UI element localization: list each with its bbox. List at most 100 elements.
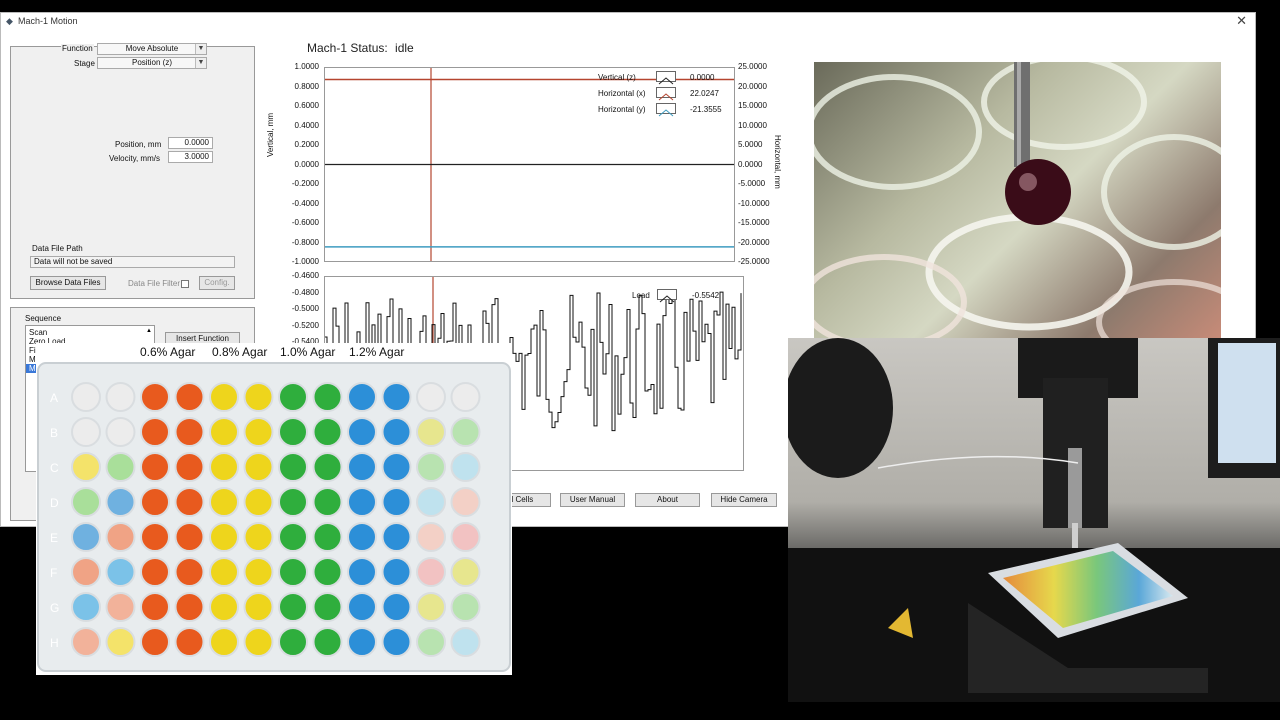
- load-legend-swatch: [657, 289, 677, 303]
- well: [174, 452, 205, 482]
- well: [174, 592, 205, 622]
- well: [450, 592, 481, 622]
- legend-swatch-z: [656, 71, 676, 85]
- load-tick-label: -0.4600: [291, 271, 319, 280]
- well: [347, 382, 377, 412]
- tester-photo-art: [788, 338, 1280, 702]
- load-tick-label: -0.5000: [291, 304, 319, 313]
- well: [140, 557, 170, 587]
- well: [105, 382, 136, 412]
- well: [174, 522, 205, 552]
- right-tick-label: 0.0000: [738, 159, 763, 169]
- row-letter: B: [50, 426, 59, 440]
- well: [416, 592, 446, 622]
- well: [312, 417, 343, 447]
- right-tick-label: 10.0000: [738, 120, 767, 130]
- velocity-input[interactable]: 3.0000: [168, 151, 213, 163]
- well: [174, 417, 205, 447]
- well: [209, 592, 239, 622]
- right-tick-label: 15.0000: [738, 101, 767, 110]
- agar-label-0: 0.6% Agar: [140, 345, 196, 359]
- well: [416, 417, 446, 447]
- right-tick-label: 20.0000: [738, 81, 767, 91]
- well: [450, 452, 481, 482]
- well: [140, 592, 170, 622]
- scroll-up-icon[interactable]: ▲: [145, 327, 153, 335]
- well: [278, 557, 308, 587]
- velocity-label: Velocity, mm/s: [109, 154, 160, 163]
- close-icon[interactable]: ✕: [1236, 13, 1247, 29]
- well: [450, 627, 481, 657]
- well: [140, 417, 170, 447]
- well: [312, 627, 343, 657]
- well: [140, 452, 170, 482]
- window-title: Mach-1 Motion: [18, 16, 78, 26]
- well: [312, 592, 343, 622]
- well: [71, 522, 101, 552]
- data-file-filter-checkbox[interactable]: [181, 280, 189, 288]
- list-item[interactable]: Scan: [29, 328, 47, 337]
- well: [278, 592, 308, 622]
- left-tick-label: 0.4000: [294, 120, 319, 130]
- well: [209, 382, 239, 412]
- right-tick-label: -20.0000: [738, 237, 770, 247]
- left-tick-label: -0.4000: [291, 198, 319, 208]
- legend-value-z: 0.0000: [690, 73, 715, 82]
- well: [278, 382, 308, 412]
- list-item[interactable]: Fi: [29, 346, 36, 355]
- right-axis-label: Horizontal, mm: [773, 135, 782, 189]
- left-tick-label: 0.0000: [294, 159, 319, 169]
- left-tick-label: 1.0000: [294, 62, 319, 71]
- indenter-photo: [814, 62, 1221, 338]
- well: [71, 452, 101, 482]
- well: [71, 487, 101, 517]
- well: [243, 557, 274, 587]
- well: [312, 382, 343, 412]
- well: [71, 382, 101, 412]
- about-button[interactable]: About: [635, 493, 700, 507]
- row-letter: E: [50, 531, 59, 545]
- left-axis-label: Vertical, mm: [266, 112, 275, 157]
- well: [278, 627, 308, 657]
- well: [174, 627, 205, 657]
- position-input[interactable]: 0.0000: [168, 137, 213, 149]
- well: [450, 487, 481, 517]
- well: [209, 452, 239, 482]
- row-letter: G: [50, 601, 60, 615]
- left-tick-label: -0.6000: [291, 218, 319, 227]
- list-item[interactable]: M: [29, 355, 36, 364]
- function-panel: Function Move Absolute ▼ Stage Position …: [10, 43, 255, 299]
- well: [71, 627, 101, 657]
- well: [312, 487, 343, 517]
- row-letter: C: [50, 461, 59, 475]
- hide-camera-button[interactable]: Hide Camera: [711, 493, 777, 507]
- well: [381, 557, 412, 587]
- user-manual-button[interactable]: User Manual: [560, 493, 625, 507]
- well-plate-art: [37, 362, 511, 672]
- load-legend-value: -0.5542: [692, 291, 720, 300]
- legend-swatch-x: [656, 87, 676, 101]
- well: [71, 417, 101, 447]
- well: [140, 522, 170, 552]
- well: [174, 487, 205, 517]
- status-value: idle: [395, 41, 414, 55]
- stage-select[interactable]: Position (z) ▼: [97, 57, 207, 69]
- browse-data-files-button[interactable]: Browse Data Files: [30, 276, 106, 290]
- well: [140, 627, 170, 657]
- sequence-label: Sequence: [25, 314, 62, 323]
- well: [105, 522, 136, 552]
- well: [105, 452, 136, 482]
- well: [209, 627, 239, 657]
- right-tick-label: -15.0000: [738, 218, 770, 227]
- well: [243, 417, 274, 447]
- agar-label-3: 1.2% Agar: [349, 345, 405, 359]
- function-select[interactable]: Move Absolute ▼: [97, 43, 207, 55]
- function-value: Move Absolute: [125, 44, 179, 53]
- legend-vertical-z: Vertical (z): [598, 73, 636, 82]
- config-button[interactable]: Config.: [199, 276, 235, 290]
- datafile-input[interactable]: Data will not be saved: [30, 256, 235, 268]
- chevron-down-icon: ▼: [195, 44, 206, 54]
- well: [416, 557, 446, 587]
- well: [347, 522, 377, 552]
- load-legend-label: Load: [632, 291, 650, 300]
